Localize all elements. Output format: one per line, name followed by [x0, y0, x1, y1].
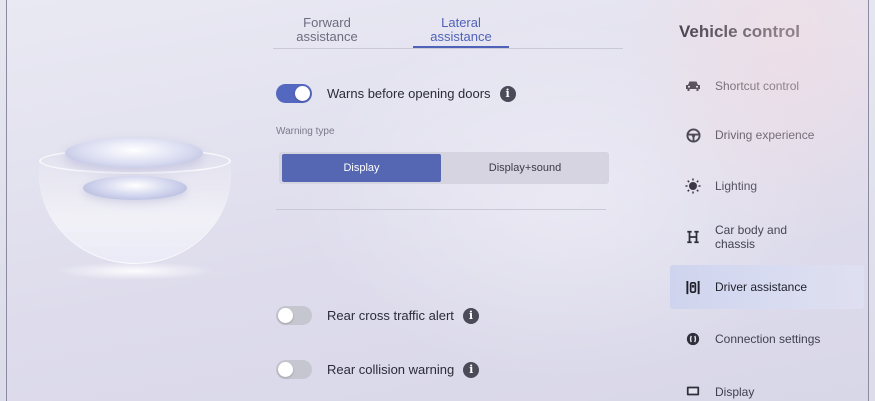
- tab-forward-line2: assistance: [296, 29, 358, 44]
- illustration-top-disc: [65, 138, 203, 168]
- light-icon: [682, 178, 704, 194]
- menu-label-line1: Car body and: [715, 223, 788, 237]
- tab-forward-line1: Forward: [303, 15, 351, 30]
- rear-cross-traffic-label: Rear cross traffic alert: [327, 308, 454, 323]
- tab-forward-assistance[interactable]: Forward assistance: [285, 16, 369, 44]
- section-divider: [276, 209, 606, 210]
- steering-wheel-icon: [682, 127, 704, 143]
- warning-type-display[interactable]: Display: [282, 154, 441, 182]
- menu-driver-assistance[interactable]: Driver assistance: [670, 265, 864, 309]
- menu-label: Connection settings: [715, 332, 821, 346]
- assistance-illustration: [35, 120, 235, 290]
- screen-frame: Forward assistance Lateral assistance Wa…: [6, 0, 869, 401]
- illustration-glow: [55, 262, 215, 280]
- menu-label: Lighting: [715, 179, 758, 193]
- menu-car-body-chassis[interactable]: Car body and chassis: [670, 222, 864, 252]
- warning-type-label: Warning type: [276, 126, 335, 137]
- rear-collision-row: Rear collision warning i: [276, 360, 480, 379]
- rear-collision-label: Rear collision warning: [327, 362, 455, 377]
- info-icon[interactable]: i: [499, 85, 516, 102]
- menu-driving-experience[interactable]: Driving experience: [670, 125, 864, 145]
- rear-collision-toggle[interactable]: [276, 360, 312, 379]
- tabs-divider: [273, 48, 623, 49]
- chassis-icon: [682, 230, 704, 244]
- menu-label: Display: [715, 385, 755, 399]
- menu-label: Shortcut control: [715, 79, 800, 93]
- menu-label-line2: chassis: [715, 237, 756, 251]
- display-icon: [682, 385, 704, 397]
- menu-label: Driving experience: [715, 128, 815, 142]
- warning-type-display-sound[interactable]: Display+sound: [445, 154, 605, 182]
- info-icon[interactable]: i: [463, 361, 480, 378]
- rear-cross-traffic-row: Rear cross traffic alert i: [276, 306, 479, 325]
- illustration-bowl: [39, 154, 231, 264]
- vehicle-control-title: Vehicle control: [679, 22, 800, 41]
- rear-cross-traffic-toggle[interactable]: [276, 306, 312, 325]
- connection-icon: [682, 332, 704, 346]
- tab-lateral-assistance[interactable]: Lateral assistance: [413, 15, 509, 48]
- door-warning-row: Warns before opening doors i: [276, 84, 516, 103]
- door-warning-toggle[interactable]: [276, 84, 312, 103]
- menu-label: Driver assistance: [715, 280, 808, 294]
- car-icon: [682, 80, 704, 92]
- menu-connection-settings[interactable]: Connection settings: [670, 329, 864, 349]
- tab-lateral-line1: Lateral: [441, 15, 481, 30]
- toggle-knob: [278, 308, 293, 323]
- tab-lateral-line2: assistance: [430, 29, 492, 44]
- assistance-tabs: Forward assistance Lateral assistance: [273, 16, 623, 52]
- toggle-knob: [295, 86, 310, 101]
- menu-shortcut-control[interactable]: Shortcut control: [670, 74, 864, 98]
- menu-label: Car body and chassis: [715, 223, 787, 251]
- door-warning-label: Warns before opening doors: [327, 86, 491, 101]
- menu-lighting[interactable]: Lighting: [670, 176, 864, 196]
- info-icon[interactable]: i: [462, 307, 479, 324]
- menu-display[interactable]: Display: [670, 385, 864, 399]
- warning-type-selector: Display Display+sound: [279, 152, 609, 184]
- toggle-knob: [278, 362, 293, 377]
- illustration-mid-disc: [83, 176, 187, 200]
- driver-assist-icon: [682, 280, 704, 295]
